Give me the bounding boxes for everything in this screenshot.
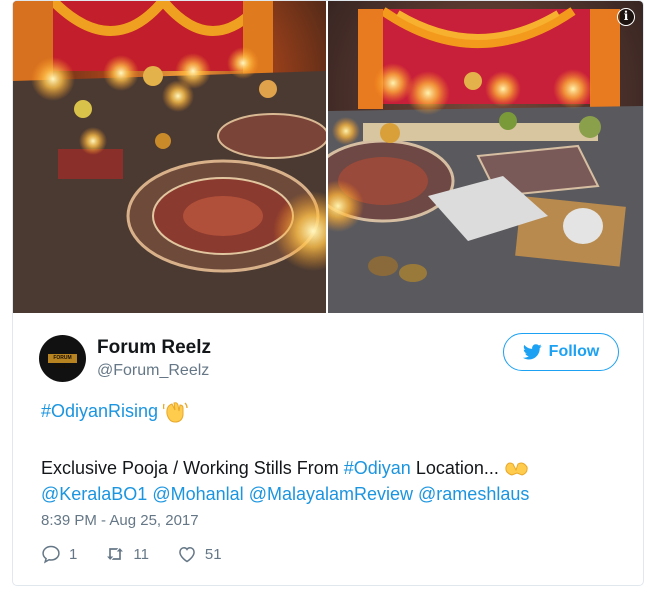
- author-name[interactable]: Forum Reelz: [97, 337, 211, 359]
- retweet-button[interactable]: 11: [105, 544, 149, 564]
- mentions-line: @KeralaBO1 @Mohanlal @MalayalamReview @r…: [41, 482, 529, 507]
- follow-label: Follow: [548, 343, 600, 360]
- follow-button[interactable]: Follow: [503, 333, 619, 371]
- waving-hands-emoji: [163, 402, 188, 423]
- tweet-body-prefix: Exclusive Pooja / Working Stills From: [41, 458, 344, 478]
- yellow-hands-emoji: [505, 462, 528, 476]
- avatar-logo: FORUM REELZ: [48, 354, 77, 370]
- tweet-body-suffix: Location...: [410, 458, 499, 478]
- tweet-card: i FORUM REELZ Forum Reelz @Forum_Reelz F…: [12, 0, 644, 586]
- retweet-count: 11: [133, 545, 149, 563]
- tweet-body-line: Exclusive Pooja / Working Stills From #O…: [41, 456, 530, 481]
- hashtag-line: #OdiyanRising: [41, 399, 189, 424]
- tweet-actions: 1 11 51: [41, 544, 250, 564]
- reply-button[interactable]: 1: [41, 544, 77, 564]
- hashtag-link[interactable]: #OdiyanRising: [41, 401, 158, 421]
- mention-link[interactable]: @rameshlaus: [418, 484, 529, 504]
- reply-icon: [42, 545, 60, 564]
- tweet-header: FORUM REELZ Forum Reelz @Forum_Reelz Fol…: [39, 333, 619, 383]
- reply-count: 1: [69, 545, 78, 563]
- avatar[interactable]: FORUM REELZ: [39, 335, 86, 382]
- author-handle[interactable]: @Forum_Reelz: [97, 362, 209, 380]
- mention-link[interactable]: @Mohanlal: [152, 484, 243, 504]
- photo-right[interactable]: i: [328, 1, 643, 313]
- like-button[interactable]: 51: [177, 544, 222, 564]
- retweet-icon: [107, 548, 124, 560]
- tweet-timestamp[interactable]: 8:39 PM - Aug 25, 2017: [41, 512, 199, 529]
- mention-link[interactable]: @MalayalamReview: [249, 484, 413, 504]
- info-icon[interactable]: i: [617, 8, 635, 26]
- hashtag-link-odiyan[interactable]: #Odiyan: [344, 458, 411, 478]
- twitter-bird-icon: [522, 344, 542, 360]
- photo-grid: i: [13, 1, 643, 313]
- like-count: 51: [204, 545, 222, 563]
- heart-icon: [179, 546, 195, 563]
- mention-link[interactable]: @KeralaBO1: [41, 484, 147, 504]
- photo-left[interactable]: [13, 1, 326, 313]
